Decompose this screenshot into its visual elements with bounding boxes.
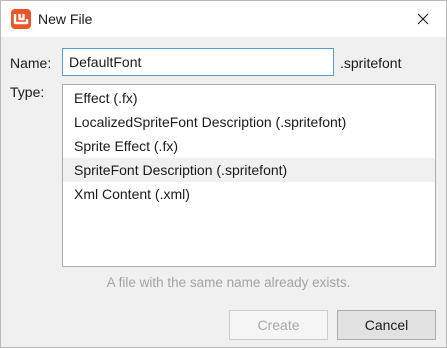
extension-label: .spritefont — [340, 55, 402, 71]
close-button[interactable] — [400, 1, 446, 37]
list-item[interactable]: LocalizedSpriteFont Description (.sprite… — [63, 110, 435, 134]
list-item[interactable]: Effect (.fx) — [63, 86, 435, 110]
type-label: Type: — [10, 84, 45, 100]
name-field[interactable] — [62, 48, 334, 76]
title-bar: New File — [1, 1, 446, 37]
list-item[interactable]: Sprite Effect (.fx) — [63, 134, 435, 158]
new-file-dialog: New File Name: .spritefont Type: Effect … — [0, 0, 447, 348]
status-message: A file with the same name already exists… — [106, 275, 351, 290]
list-item[interactable]: Xml Content (.xml) — [63, 182, 435, 206]
name-label: Name: — [10, 55, 52, 71]
cancel-button[interactable]: Cancel — [337, 310, 436, 340]
list-item-selected[interactable]: SpriteFont Description (.spritefont) — [63, 158, 435, 182]
monogame-logo-icon — [11, 9, 31, 29]
create-button[interactable]: Create — [229, 310, 328, 340]
window-title: New File — [38, 11, 93, 27]
close-icon — [417, 13, 429, 25]
type-list[interactable]: Effect (.fx) LocalizedSpriteFont Descrip… — [62, 84, 436, 267]
